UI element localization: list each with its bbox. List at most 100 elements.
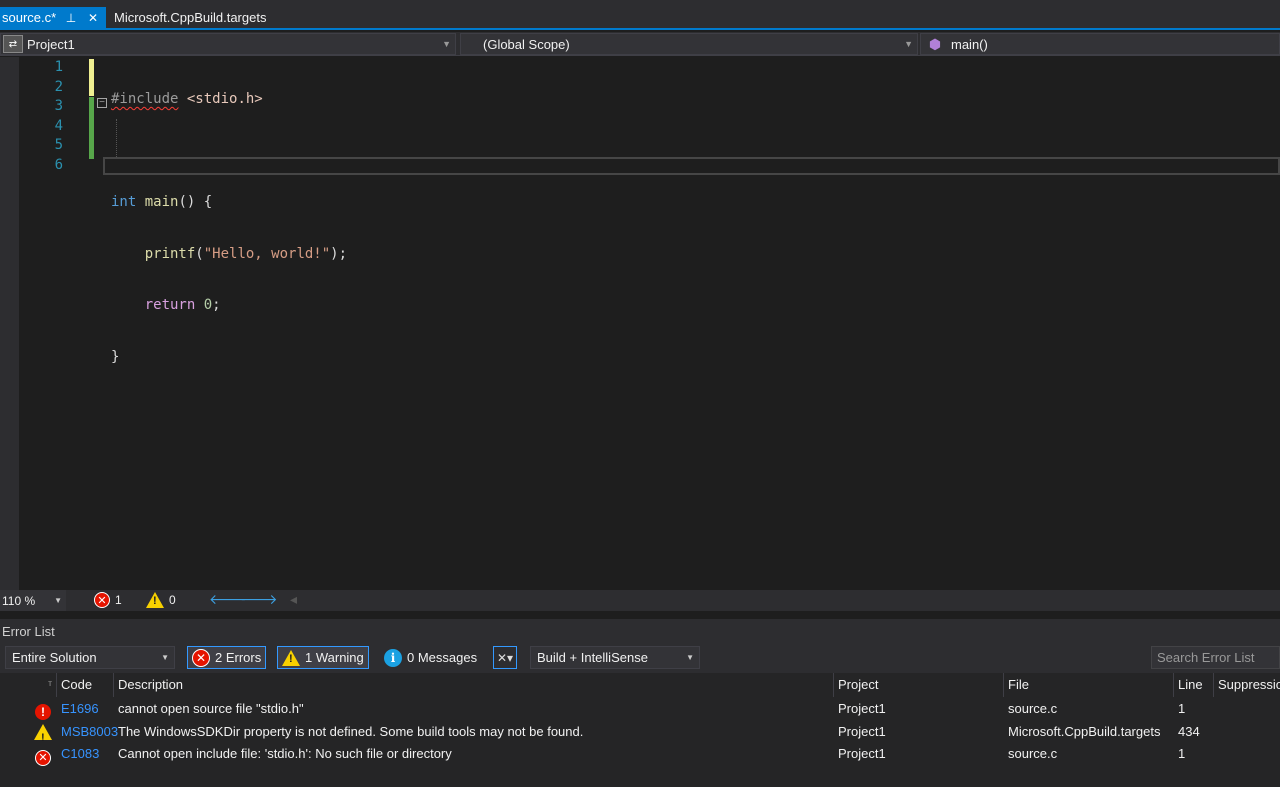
indicator-margin [0, 57, 19, 590]
line-number: 4 [54, 117, 63, 134]
error-code-link[interactable]: C1083 [61, 743, 99, 765]
code-editor[interactable]: 1 2 3 4 5 6 − #include <stdio.h> int mai… [0, 57, 1280, 590]
line-number: 1 [54, 59, 63, 75]
table-row[interactable]: ✕ C1083 Cannot open include file: 'stdio… [0, 743, 1280, 768]
chevron-down-icon: ▼ [54, 596, 62, 605]
error-icon: ✕ [94, 592, 110, 608]
editor-status-strip: 110 % ▼ ✕ 1 0 🡐 🡒 ◂ [0, 590, 1280, 611]
errors-filter-button[interactable]: ✕ 2 Errors [187, 646, 267, 669]
column-header-line[interactable]: Line [1174, 673, 1214, 697]
error-description: Cannot open include file: 'stdio.h': No … [118, 746, 452, 761]
error-line: 1 [1178, 701, 1186, 716]
error-file: source.c [1008, 701, 1058, 716]
function-call: printf [144, 245, 196, 262]
warning-icon [282, 649, 300, 666]
column-header-code[interactable]: Code [57, 673, 114, 697]
keyword: return [144, 297, 196, 313]
error-list-table: ᵀ Code Description Project File Line Sup… [0, 673, 1280, 787]
line-number: 6 [54, 156, 63, 173]
search-error-list-input[interactable]: Search Error List [1151, 646, 1280, 669]
error-project: Project1 [838, 746, 886, 761]
tab-cppbuild-targets[interactable]: Microsoft.CppBuild.targets [108, 7, 272, 28]
keyword: int [111, 194, 137, 210]
member-name: main() [951, 36, 988, 52]
chevron-down-icon: ▼ [904, 39, 913, 49]
saved-change-marker [89, 97, 94, 159]
tab-source-c[interactable]: source.c* ⊥ ✕ [0, 7, 106, 28]
line-number: 5 [54, 137, 63, 153]
navigation-bar: ⇄ Project1 ▼ (Global Scope) ▼ ⬢ main() [0, 32, 1280, 56]
error-description: The WindowsSDKDir property is not define… [118, 724, 584, 739]
warning-count: 0 [169, 593, 176, 607]
search-placeholder: Search Error List [1157, 650, 1255, 665]
string-literal: "Hello, world!" [203, 245, 331, 262]
project-name: Project1 [27, 36, 75, 52]
error-description: cannot open source file "stdio.h" [118, 701, 304, 716]
error-project: Project1 [838, 724, 886, 739]
unsaved-change-marker [89, 59, 94, 96]
column-header-description[interactable]: Description [114, 673, 834, 697]
scroll-left-icon[interactable]: ◂ [290, 591, 297, 608]
scope-filter-value: Entire Solution [12, 650, 97, 665]
close-icon[interactable]: ✕ [82, 11, 104, 25]
number-literal: 0 [203, 297, 213, 313]
error-list-title-bar: Error List [0, 619, 1280, 643]
error-line: 434 [1178, 724, 1200, 739]
punctuation: () { [178, 194, 213, 210]
column-header-project[interactable]: Project [834, 673, 1004, 697]
chevron-down-icon: ▼ [442, 39, 451, 49]
clear-filter-button[interactable]: ✕▾ [493, 646, 517, 669]
scope-dropdown[interactable]: (Global Scope) ▼ [460, 33, 918, 55]
code-line-5: return 0; [111, 296, 347, 316]
punctuation: ); [330, 245, 348, 262]
error-file: Microsoft.CppBuild.targets [1008, 724, 1161, 739]
editor-warning-count[interactable]: 0 [146, 592, 176, 608]
tab-label: Microsoft.CppBuild.targets [114, 10, 267, 25]
chevron-down-icon: ▼ [161, 653, 169, 662]
error-code-link[interactable]: MSB8003 [61, 721, 118, 743]
error-line: 1 [1178, 746, 1186, 761]
line-number-gutter: 1 2 3 4 5 6 [19, 58, 67, 175]
zoom-level: 110 % [2, 593, 36, 608]
arrow-right-icon[interactable]: 🡒 [240, 591, 278, 608]
error-file: source.c [1008, 746, 1058, 761]
intellisense-error-icon: ! [35, 701, 51, 723]
table-row[interactable]: ! E1696 cannot open source file "stdio.h… [0, 698, 1280, 720]
error-code-link[interactable]: E1696 [61, 698, 99, 720]
error-icon: ✕ [192, 648, 210, 667]
error-list-toolbar: Entire Solution ▼ ✕ 2 Errors 1 Warning i… [0, 643, 1280, 673]
tab-label: source.c* [2, 10, 57, 25]
table-row[interactable]: MSB8003 The WindowsSDKDir property is no… [0, 721, 1280, 746]
scope-filter-dropdown[interactable]: Entire Solution ▼ [5, 646, 175, 669]
error-list-title: Error List [2, 623, 55, 639]
warnings-filter-button[interactable]: 1 Warning [277, 646, 369, 669]
warning-icon [146, 592, 164, 608]
warnings-filter-label: 1 Warning [305, 650, 364, 665]
punctuation: ( [195, 245, 204, 262]
zoom-dropdown[interactable]: 110 % ▼ [0, 590, 66, 611]
column-header-severity[interactable]: ᵀ [0, 673, 57, 697]
scope-name: (Global Scope) [483, 36, 570, 52]
code-line-1: #include <stdio.h> [111, 90, 347, 110]
build-source-value: Build + IntelliSense [537, 650, 648, 665]
error-icon: ✕ [35, 746, 51, 768]
document-tab-bar: source.c* ⊥ ✕ Microsoft.CppBuild.targets [0, 0, 1280, 30]
project-dropdown[interactable]: ⇄ Project1 ▼ [0, 33, 456, 55]
column-header-suppression[interactable]: Suppression State [1214, 673, 1280, 697]
code-text[interactable]: #include <stdio.h> int main() { printf("… [111, 58, 347, 399]
punctuation: ; [212, 297, 221, 313]
editor-error-count[interactable]: ✕ 1 [94, 592, 122, 608]
build-source-dropdown[interactable]: Build + IntelliSense ▼ [530, 646, 700, 669]
preprocessor-directive: #include [111, 91, 179, 107]
member-dropdown[interactable]: ⬢ main() [920, 33, 1280, 55]
filter-clear-icon: ✕▾ [493, 646, 517, 669]
collapse-icon[interactable]: − [97, 98, 107, 108]
messages-filter-button[interactable]: i 0 Messages [380, 646, 481, 669]
include-file: <stdio.h> [186, 91, 263, 107]
info-icon: i [384, 648, 402, 667]
column-header-file[interactable]: File [1004, 673, 1174, 697]
errors-filter-label: 2 Errors [215, 650, 262, 665]
error-count: 1 [115, 593, 122, 607]
line-number: 2 [54, 78, 63, 95]
pin-icon[interactable]: ⊥ [60, 11, 82, 25]
